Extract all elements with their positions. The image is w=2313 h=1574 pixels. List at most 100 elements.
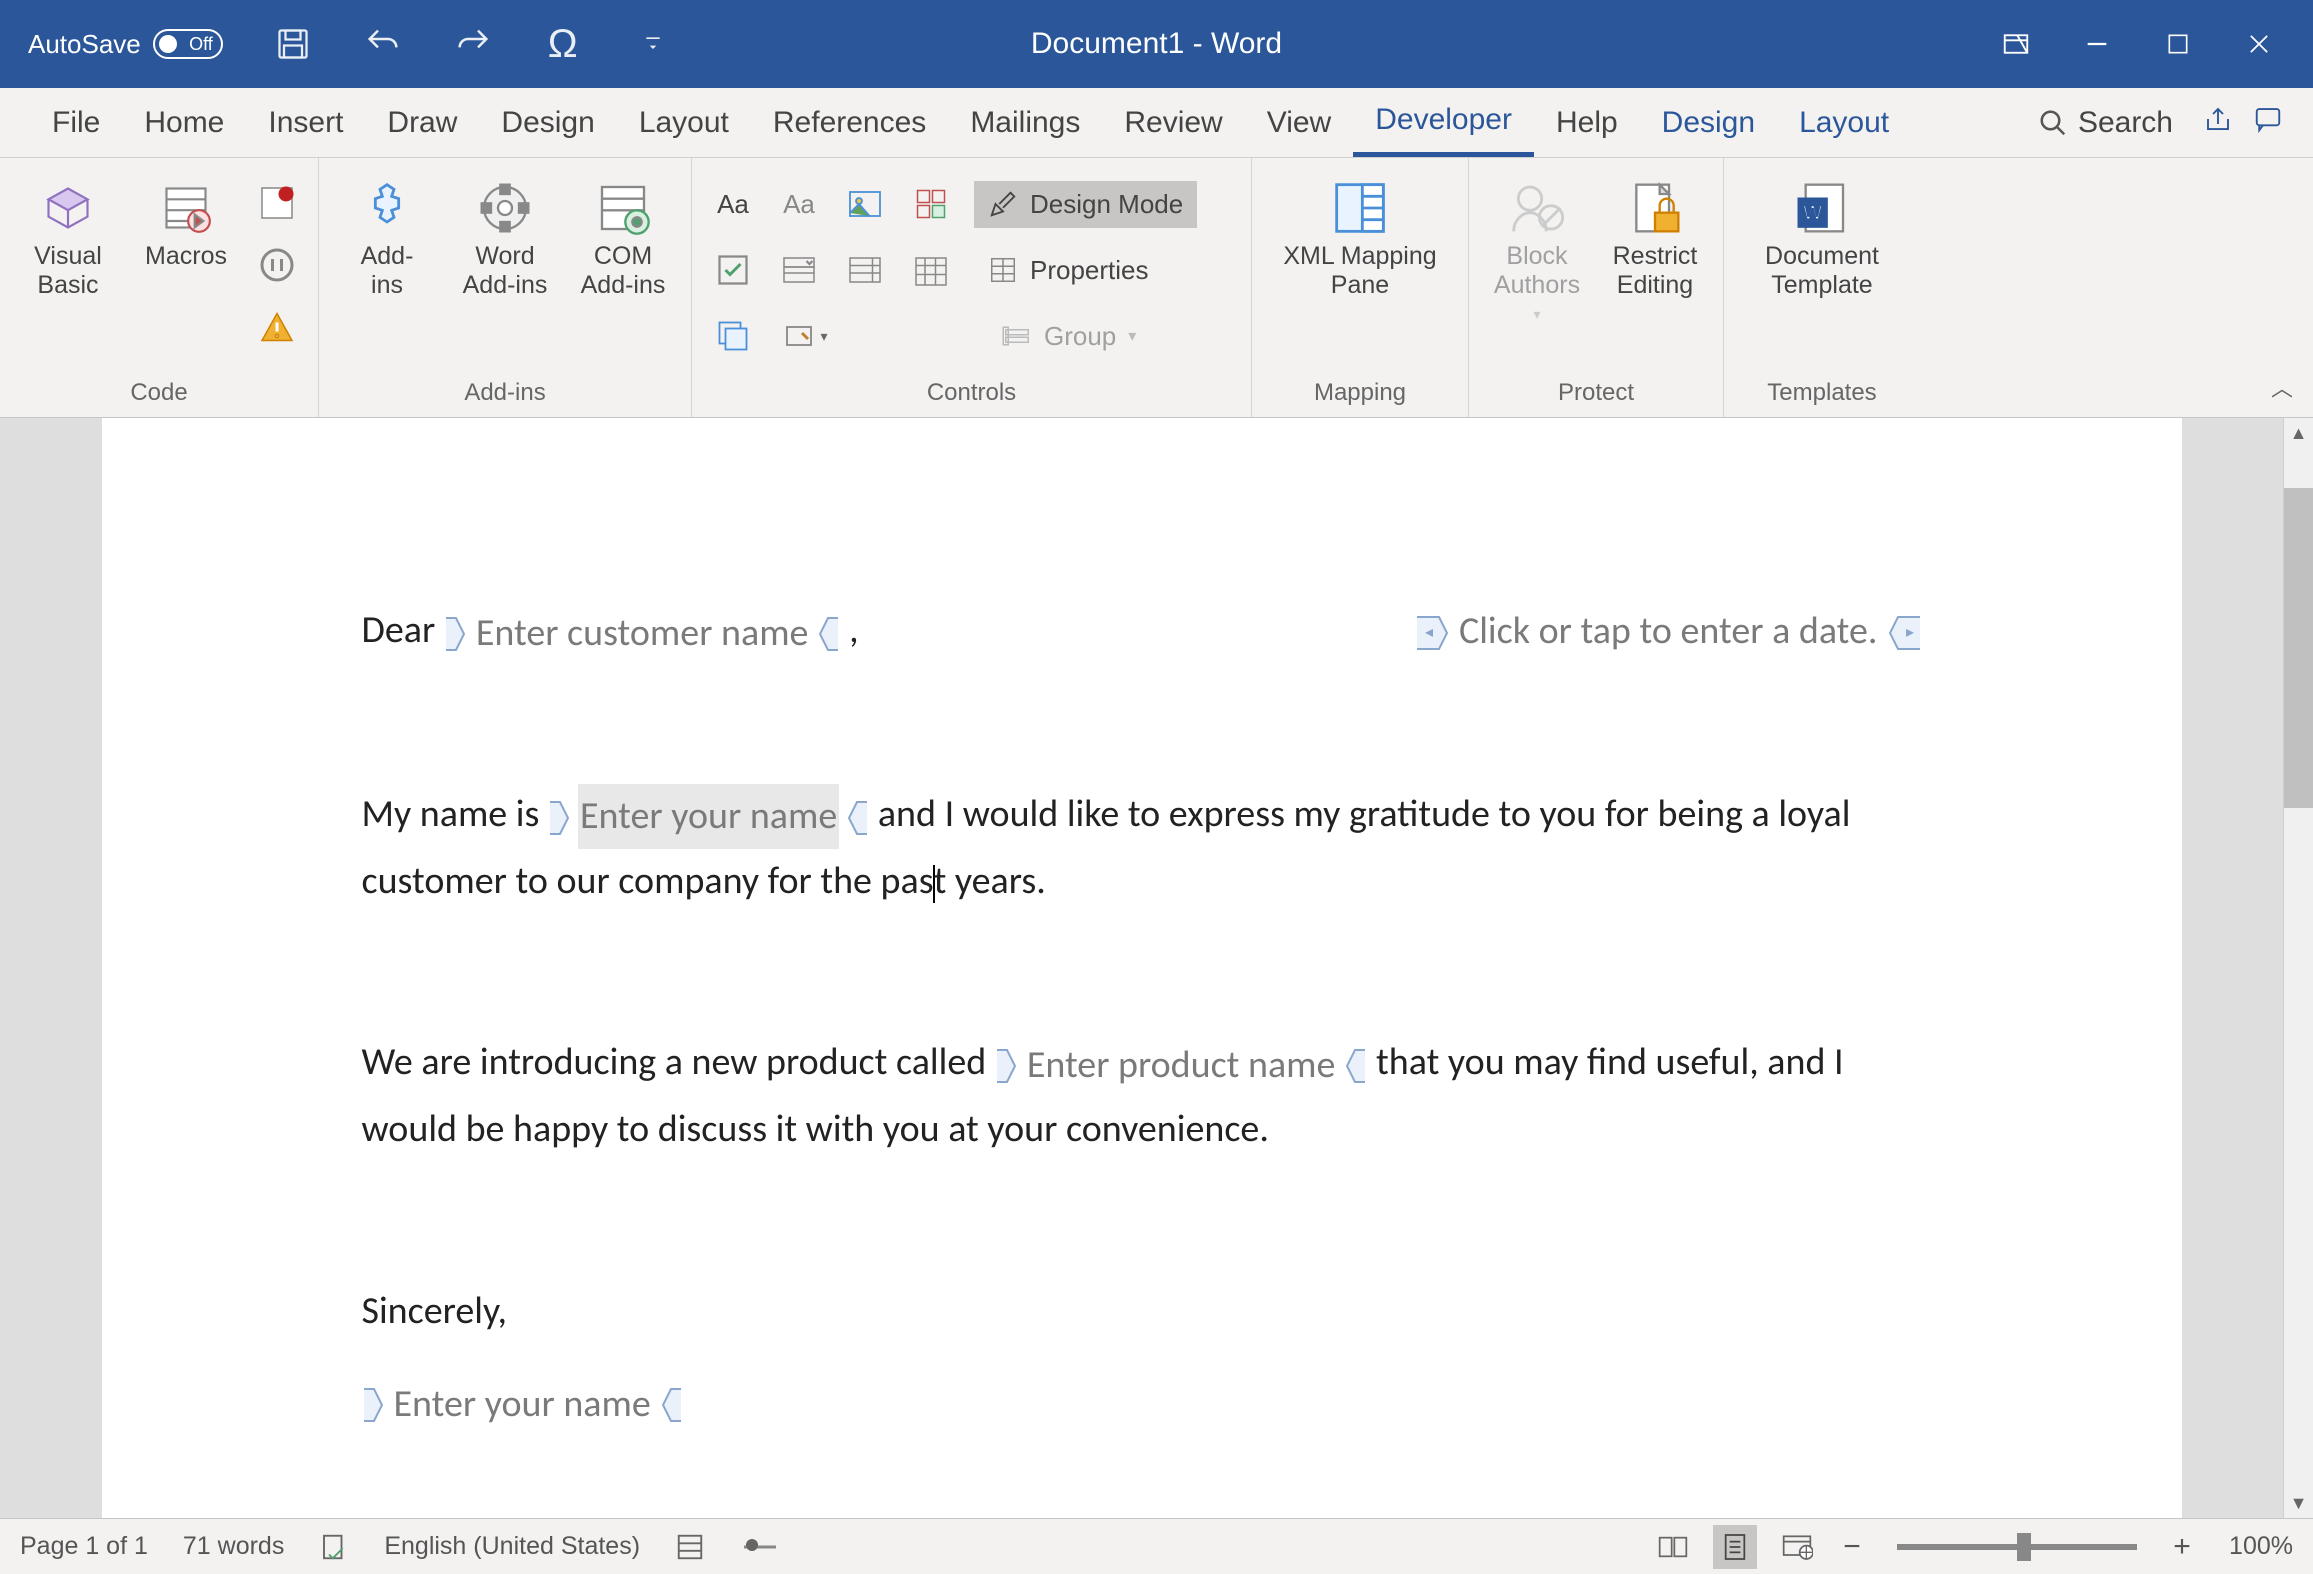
- tab-insert[interactable]: Insert: [246, 88, 365, 157]
- proofing-icon: [319, 1532, 349, 1562]
- building-block-control-button[interactable]: [908, 181, 954, 227]
- undo-icon[interactable]: [363, 24, 403, 64]
- word-addins-button[interactable]: Word Add-ins: [455, 176, 555, 300]
- group-button: Group ▾: [988, 313, 1150, 360]
- ribbon-display-options-icon[interactable]: [1998, 26, 2034, 62]
- text-para2-a: We are introducing a new product called: [362, 1039, 995, 1085]
- properties-button[interactable]: Properties: [974, 247, 1163, 294]
- tab-mailings[interactable]: Mailings: [948, 88, 1102, 157]
- document-page[interactable]: Dear Enter customer name , ◂ Click or ta…: [102, 418, 2182, 1518]
- dropdown-control-button[interactable]: [842, 247, 888, 293]
- scroll-down-button[interactable]: ▼: [2290, 1488, 2308, 1518]
- tab-design[interactable]: Design: [479, 88, 616, 157]
- qat-more-icon[interactable]: [633, 24, 673, 64]
- text-greeting-prefix: Dear: [362, 607, 444, 653]
- tab-file[interactable]: File: [30, 88, 122, 157]
- content-control-your-name[interactable]: Enter your name: [548, 784, 869, 849]
- quick-access-toolbar: Ω: [273, 24, 673, 64]
- macro-security-button[interactable]: [254, 304, 300, 350]
- status-word-count[interactable]: 71 words: [183, 1532, 284, 1561]
- group-label: Group: [1044, 321, 1116, 352]
- combobox-control-button[interactable]: [776, 247, 822, 293]
- repeating-section-control-button[interactable]: [710, 313, 756, 359]
- document-template-icon: W: [1794, 180, 1850, 236]
- tab-contextual-layout[interactable]: Layout: [1777, 88, 1911, 157]
- redo-icon[interactable]: [453, 24, 493, 64]
- plain-text-control-button[interactable]: Aa: [776, 181, 822, 227]
- search-icon: [2038, 108, 2068, 138]
- status-macro-recording[interactable]: [675, 1532, 705, 1562]
- search-box[interactable]: Search: [2038, 106, 2173, 140]
- com-addins-button[interactable]: COM Add-ins: [573, 176, 673, 300]
- document-template-button[interactable]: W Document Template: [1742, 176, 1902, 300]
- status-language[interactable]: English (United States): [384, 1532, 640, 1561]
- document-template-label: Document Template: [1765, 242, 1879, 300]
- pause-recording-button[interactable]: [254, 242, 300, 288]
- zoom-level[interactable]: 100%: [2229, 1532, 2293, 1561]
- tab-view[interactable]: View: [1245, 88, 1353, 157]
- close-button[interactable]: [2241, 26, 2277, 62]
- addins-button[interactable]: Add- ins: [337, 176, 437, 300]
- picture-control-button[interactable]: [842, 181, 888, 227]
- content-control-customer-name[interactable]: Enter customer name: [444, 601, 841, 666]
- cc-date-placeholder: Click or tap to enter a date.: [1457, 599, 1880, 664]
- vertical-scrollbar[interactable]: ▲ ▼: [2283, 418, 2313, 1518]
- tab-review[interactable]: Review: [1102, 88, 1244, 157]
- share-icon[interactable]: [2203, 104, 2233, 142]
- word-addins-label: Word Add-ins: [463, 242, 548, 300]
- scroll-track[interactable]: [2284, 448, 2313, 1488]
- zoom-slider-thumb[interactable]: [2017, 1533, 2031, 1561]
- collapse-ribbon-button[interactable]: ︿: [2271, 371, 2293, 403]
- tab-home[interactable]: Home: [122, 88, 246, 157]
- tab-developer[interactable]: Developer: [1353, 88, 1534, 157]
- minimize-button[interactable]: [2079, 26, 2115, 62]
- tab-draw[interactable]: Draw: [365, 88, 479, 157]
- omega-icon[interactable]: Ω: [543, 24, 583, 64]
- zoom-slider[interactable]: [1897, 1544, 2137, 1550]
- save-icon[interactable]: [273, 24, 313, 64]
- macros-button[interactable]: Macros: [136, 176, 236, 271]
- maximize-button[interactable]: [2160, 26, 2196, 62]
- read-mode-button[interactable]: [1651, 1525, 1695, 1569]
- group-protect: Block Authors ▾ Restrict Editing Protect: [1469, 158, 1724, 417]
- content-control-product-name[interactable]: Enter product name: [995, 1033, 1368, 1098]
- tab-references[interactable]: References: [751, 88, 948, 157]
- tab-contextual-design[interactable]: Design: [1640, 88, 1777, 157]
- addins-icon: [359, 180, 415, 236]
- svg-text:W: W: [1803, 202, 1823, 225]
- zoom-out-button[interactable]: −: [1837, 1530, 1867, 1564]
- status-page[interactable]: Page 1 of 1: [20, 1532, 148, 1561]
- block-authors-button: Block Authors ▾: [1487, 176, 1587, 323]
- visual-basic-button[interactable]: Visual Basic: [18, 176, 118, 300]
- record-macro-button[interactable]: [254, 180, 300, 226]
- status-proofing[interactable]: [319, 1532, 349, 1562]
- status-track-changes-slider[interactable]: [740, 1535, 780, 1559]
- checkbox-control-button[interactable]: [710, 247, 756, 293]
- zoom-in-button[interactable]: +: [2167, 1530, 2197, 1564]
- print-layout-button[interactable]: [1713, 1525, 1757, 1569]
- autosave-toggle[interactable]: AutoSave Off: [28, 29, 223, 60]
- document-area: Dear Enter customer name , ◂ Click or ta…: [0, 418, 2313, 1518]
- content-control-date[interactable]: ◂ Click or tap to enter a date. ▸: [1415, 599, 1922, 664]
- cc-your-name-placeholder: Enter your name: [578, 784, 839, 849]
- group-code: Visual Basic Macros Code: [0, 158, 319, 417]
- scroll-up-button[interactable]: ▲: [2290, 418, 2308, 448]
- date-picker-control-button[interactable]: [908, 247, 954, 293]
- design-mode-button[interactable]: Design Mode: [974, 181, 1197, 228]
- content-control-signature[interactable]: Enter your name: [362, 1372, 683, 1437]
- rich-text-control-button[interactable]: Aa: [710, 181, 756, 227]
- restrict-editing-button[interactable]: Restrict Editing: [1605, 176, 1705, 300]
- web-layout-button[interactable]: [1775, 1525, 1819, 1569]
- autosave-switch[interactable]: Off: [153, 29, 223, 59]
- group-mapping-label: Mapping: [1270, 371, 1450, 417]
- legacy-tools-button[interactable]: ▾: [776, 313, 836, 359]
- properties-icon: [988, 255, 1018, 285]
- xml-mapping-pane-button[interactable]: XML Mapping Pane: [1270, 176, 1450, 300]
- tab-layout[interactable]: Layout: [617, 88, 751, 157]
- scroll-thumb[interactable]: [2284, 488, 2313, 808]
- design-mode-label: Design Mode: [1030, 189, 1183, 220]
- comments-icon[interactable]: [2253, 104, 2283, 142]
- search-label: Search: [2078, 106, 2173, 140]
- tab-help[interactable]: Help: [1534, 88, 1640, 157]
- design-mode-icon: [988, 189, 1018, 219]
